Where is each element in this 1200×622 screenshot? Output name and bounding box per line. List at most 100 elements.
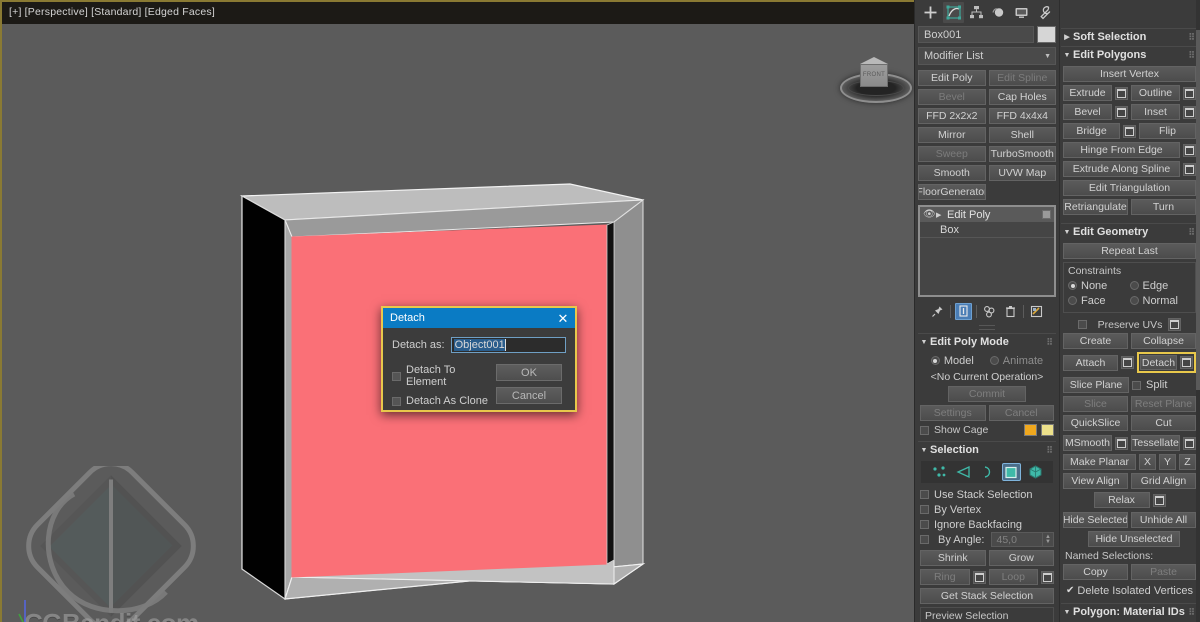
constraint-none-radio[interactable]: None: [1068, 278, 1130, 293]
inset-button[interactable]: Inset: [1131, 104, 1180, 120]
preserve-uvs-settings-icon[interactable]: [1168, 318, 1182, 331]
modifier-uvw-map-button[interactable]: UVW Map: [988, 165, 1056, 181]
collapse-button[interactable]: Collapse: [1131, 333, 1196, 349]
ignore-backfacing-checkbox[interactable]: Ignore Backfacing: [920, 517, 1054, 532]
object-name-field[interactable]: Box001: [918, 26, 1034, 43]
constraint-normal-radio[interactable]: Normal: [1129, 293, 1192, 308]
settings-button[interactable]: Settings: [920, 405, 986, 421]
ok-button[interactable]: OK: [496, 364, 562, 381]
modifier-stack[interactable]: 👁 ▶ Edit Poly Box: [918, 205, 1056, 297]
rollout-header-edit-polygons[interactable]: ▼ Edit Polygons ⠿: [1061, 46, 1198, 63]
extrude-button[interactable]: Extrude: [1063, 85, 1112, 101]
remove-modifier-icon[interactable]: [1002, 303, 1019, 320]
viewport-label[interactable]: [+] [Perspective] [Standard] [Edged Face…: [9, 6, 215, 18]
ring-spinner-icon[interactable]: [972, 570, 986, 584]
detach-as-clone-checkbox[interactable]: Detach As Clone: [392, 395, 496, 407]
hinge-from-edge-button[interactable]: Hinge From Edge: [1063, 142, 1180, 158]
view-cube[interactable]: FRONT: [838, 51, 912, 103]
extrude-along-spline-settings-icon[interactable]: [1183, 162, 1196, 176]
detach-name-input[interactable]: Object001: [450, 337, 566, 353]
by-angle-field[interactable]: 45,0 ▲ ▼: [991, 532, 1054, 547]
paste-button[interactable]: Paste: [1131, 564, 1196, 580]
detach-dialog[interactable]: Detach ✕ Detach as: Object001 Detach To …: [381, 306, 577, 412]
bridge-settings-icon[interactable]: [1123, 124, 1136, 138]
flip-button[interactable]: Flip: [1139, 123, 1196, 139]
cage-color-swatch-2[interactable]: [1041, 424, 1054, 436]
stack-item-box[interactable]: Box: [920, 222, 1054, 238]
outline-settings-icon[interactable]: [1183, 86, 1196, 100]
extrude-along-spline-button[interactable]: Extrude Along Spline: [1063, 161, 1180, 177]
attach-settings-icon[interactable]: [1121, 356, 1134, 369]
inset-settings-icon[interactable]: [1183, 105, 1196, 119]
object-color-swatch[interactable]: [1037, 26, 1056, 43]
cage-color-swatch-1[interactable]: [1024, 424, 1037, 436]
repeat-last-button[interactable]: Repeat Last: [1063, 243, 1196, 259]
create-button[interactable]: Create: [1063, 333, 1128, 349]
tessellate-settings-icon[interactable]: [1183, 436, 1196, 450]
show-cage-checkbox[interactable]: [920, 425, 929, 435]
slice-button[interactable]: Slice: [1063, 396, 1128, 412]
slice-plane-button[interactable]: Slice Plane: [1063, 377, 1129, 393]
relax-button[interactable]: Relax: [1093, 492, 1150, 508]
modifier-sweep-button[interactable]: Sweep: [918, 146, 986, 162]
grow-button[interactable]: Grow: [988, 550, 1054, 566]
msmooth-settings-icon[interactable]: [1115, 436, 1128, 450]
copy-button[interactable]: Copy: [1063, 564, 1128, 580]
view-cube-top-face[interactable]: [860, 57, 888, 64]
constraint-face-radio[interactable]: Face: [1068, 293, 1130, 308]
command-panel-scrollbar[interactable]: [1196, 0, 1200, 622]
detach-button[interactable]: Detach: [1140, 355, 1177, 370]
stack-toggle-box[interactable]: [1042, 210, 1051, 219]
tab-hierarchy[interactable]: [965, 2, 987, 23]
radio-animate[interactable]: Animate: [989, 353, 1043, 368]
modifier-floorgenerator-button[interactable]: FloorGenerator: [918, 184, 986, 200]
rollout-header-edit-geometry[interactable]: ▼ Edit Geometry ⠿: [1061, 223, 1198, 240]
radio-model[interactable]: Model: [930, 353, 974, 368]
eye-icon[interactable]: 👁: [923, 209, 936, 220]
bevel-settings-icon[interactable]: [1115, 105, 1128, 119]
modifier-shell-button[interactable]: Shell: [988, 127, 1056, 143]
delete-isolated-vertices-checkbox[interactable]: ✔ Delete Isolated Vertices: [1063, 583, 1196, 598]
make-planar-z-button[interactable]: Z: [1179, 454, 1196, 470]
extrude-settings-icon[interactable]: [1115, 86, 1128, 100]
by-angle-checkbox[interactable]: [920, 535, 929, 544]
modifier-ffd-4x4x4-button[interactable]: FFD 4x4x4: [988, 108, 1056, 124]
relax-settings-icon[interactable]: [1152, 493, 1166, 507]
expand-triangle-icon[interactable]: ▶: [936, 211, 947, 219]
modifier-turbosmooth-button[interactable]: TurboSmooth: [988, 146, 1056, 162]
modifier-bevel-button[interactable]: Bevel: [918, 89, 986, 105]
view-cube-front-face[interactable]: FRONT: [860, 64, 888, 87]
insert-vertex-button[interactable]: Insert Vertex: [1063, 66, 1196, 82]
msmooth-button[interactable]: MSmooth: [1063, 435, 1112, 451]
commit-button[interactable]: Commit: [948, 386, 1026, 402]
border-icon[interactable]: [978, 463, 997, 481]
detach-settings-icon[interactable]: [1180, 356, 1193, 369]
hide-unselected-button[interactable]: Hide Unselected: [1088, 531, 1180, 547]
loop-button[interactable]: Loop: [988, 569, 1038, 585]
turn-button[interactable]: Turn: [1131, 199, 1196, 215]
quickslice-button[interactable]: QuickSlice: [1063, 415, 1128, 431]
by-vertex-checkbox[interactable]: By Vertex: [920, 502, 1054, 517]
element-icon[interactable]: [1026, 463, 1045, 481]
grid-align-button[interactable]: Grid Align: [1131, 473, 1196, 489]
cancel-button[interactable]: Cancel: [496, 387, 562, 404]
edge-icon[interactable]: [954, 463, 973, 481]
bevel-button[interactable]: Bevel: [1063, 104, 1112, 120]
shrink-button[interactable]: Shrink: [920, 550, 986, 566]
tessellate-button[interactable]: Tessellate: [1131, 435, 1180, 451]
bridge-button[interactable]: Bridge: [1063, 123, 1120, 139]
modifier-list-dropdown[interactable]: Modifier List ▼: [918, 47, 1056, 65]
vertex-icon[interactable]: [930, 463, 949, 481]
rollout-header-material-ids[interactable]: ▼ Polygon: Material IDs ⠿: [1061, 603, 1198, 620]
reset-plane-button[interactable]: Reset Plane: [1131, 396, 1196, 412]
stack-item-edit-poly[interactable]: 👁 ▶ Edit Poly: [920, 207, 1054, 222]
scrollbar-thumb[interactable]: [1196, 30, 1200, 390]
retriangulate-button[interactable]: Retriangulate: [1063, 199, 1128, 215]
detach-dialog-titlebar[interactable]: Detach ✕: [383, 308, 575, 328]
hide-selected-button[interactable]: Hide Selected: [1063, 512, 1128, 528]
rollout-grabber[interactable]: [918, 324, 1056, 331]
unhide-all-button[interactable]: Unhide All: [1131, 512, 1196, 528]
get-stack-selection-button[interactable]: Get Stack Selection: [920, 588, 1054, 604]
viewport[interactable]: [+] [Perspective] [Standard] [Edged Face…: [0, 0, 914, 622]
rollout-header-edit-poly-mode[interactable]: ▼ Edit Poly Mode ⠿: [918, 333, 1056, 350]
